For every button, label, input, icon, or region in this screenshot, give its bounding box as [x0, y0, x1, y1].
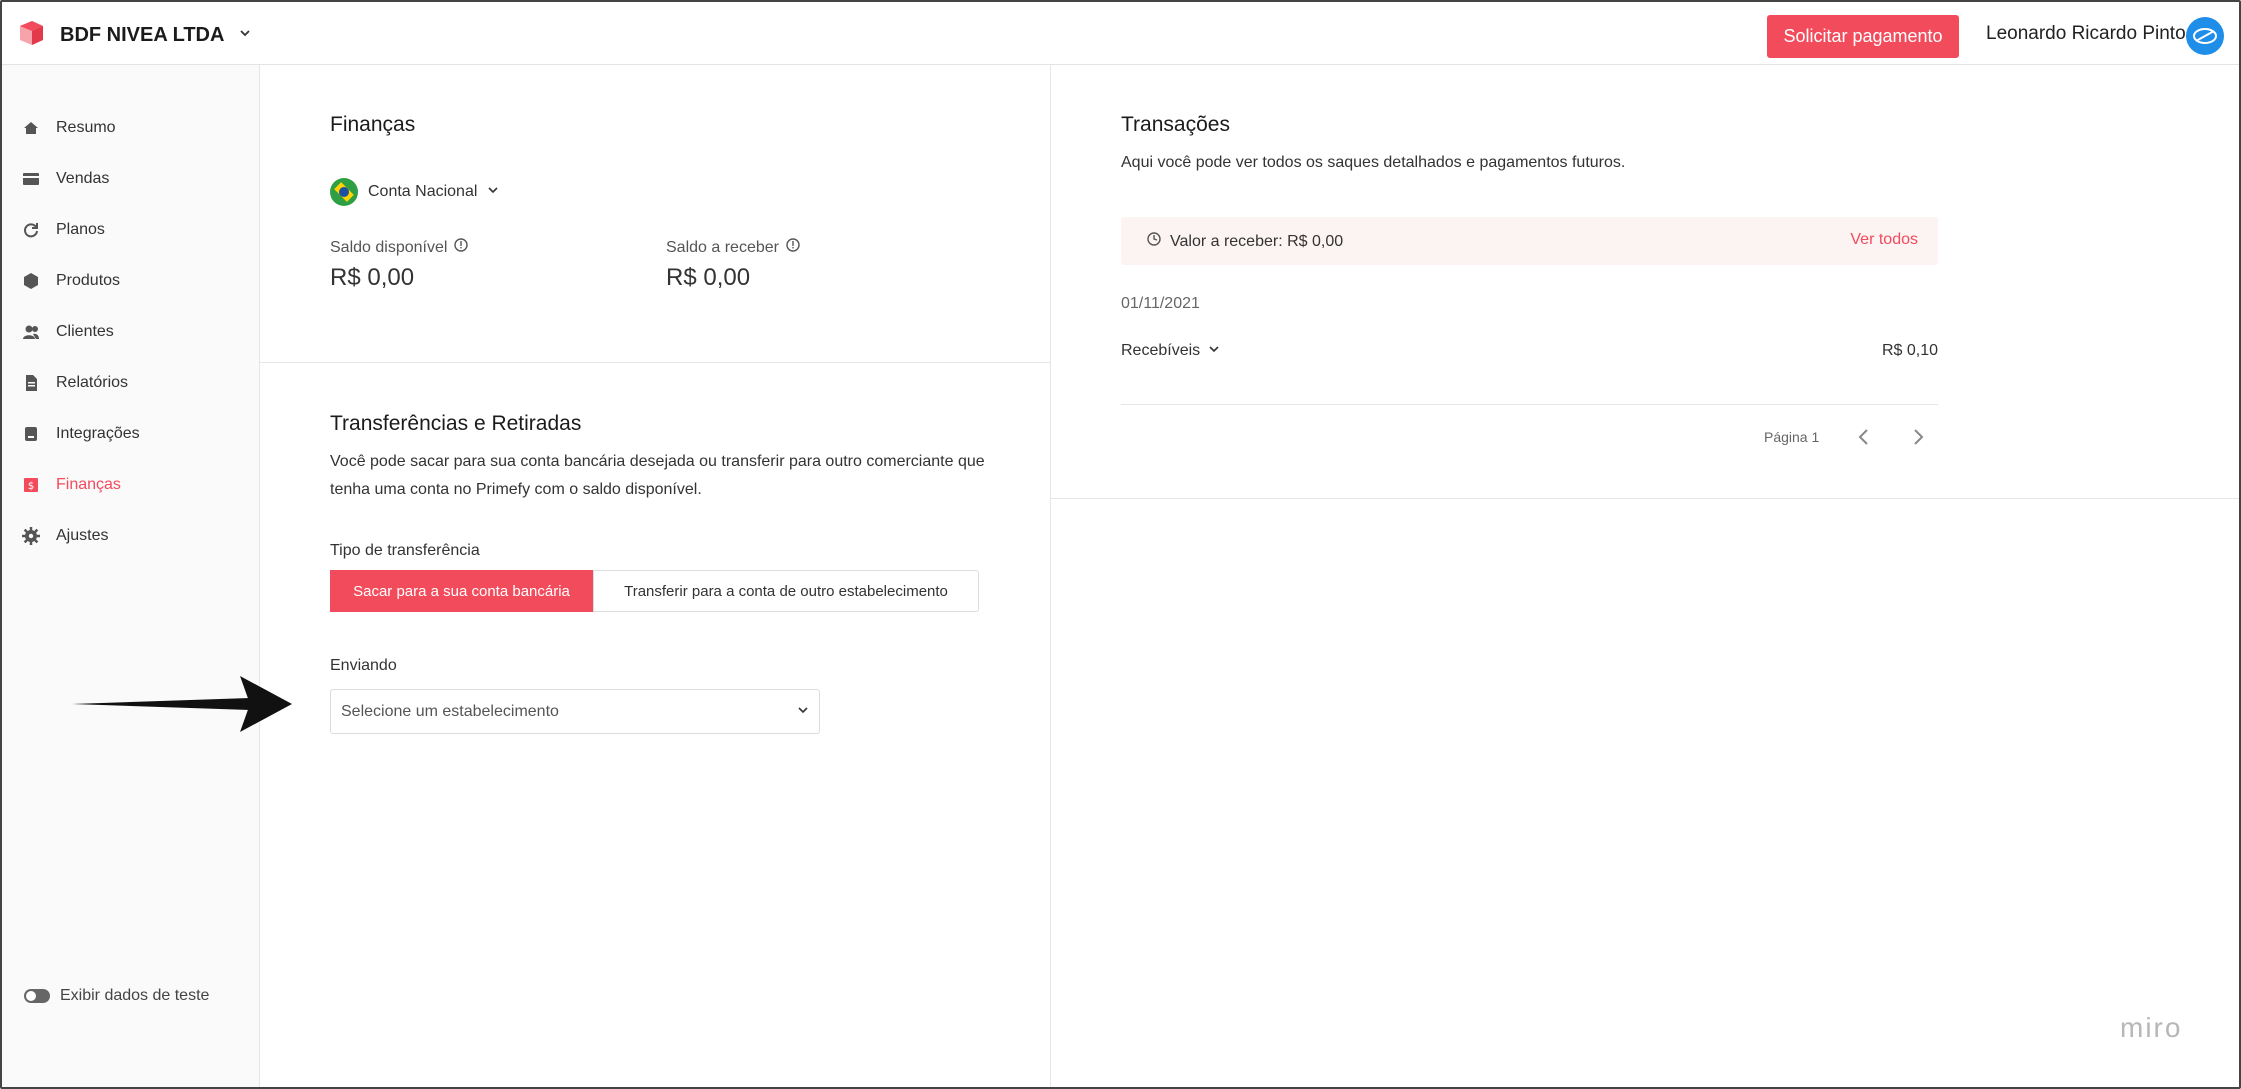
- receivable-balance-label: Saldo a receber: [666, 237, 801, 258]
- company-switcher[interactable]: BDF NIVEA LTDA: [16, 18, 252, 53]
- transfers-description-line: Você pode sacar para sua conta bancária …: [330, 453, 985, 470]
- transfer-to-merchant-option[interactable]: Transferir para a conta de outro estabel…: [593, 570, 979, 612]
- top-header: BDF NIVEA LTDA Solicitar pagamento Leona…: [2, 2, 2239, 65]
- receivable-balance-amount: R$ 0,00: [666, 264, 751, 291]
- available-balance-text: Saldo disponível: [330, 238, 448, 256]
- info-icon[interactable]: [785, 237, 801, 258]
- sidebar-item-planos[interactable]: Planos: [22, 221, 105, 239]
- refresh-icon: [22, 221, 40, 239]
- chevron-down-icon: [238, 26, 252, 45]
- pagination: Página 1: [1764, 428, 1927, 446]
- avatar[interactable]: [2186, 17, 2224, 55]
- app-window: BDF NIVEA LTDA Solicitar pagamento Leona…: [0, 0, 2241, 1089]
- transfers-description-line: tenha uma conta no Primefy com o saldo d…: [330, 481, 702, 498]
- transfers-title: Transferências e Retiradas: [330, 412, 582, 435]
- home-icon: [22, 119, 40, 137]
- sidebar-item-label: Vendas: [56, 170, 110, 187]
- document-icon: [22, 374, 40, 392]
- sidebar-item-resumo[interactable]: Resumo: [22, 119, 116, 137]
- list-divider: [1121, 404, 1938, 405]
- sidebar-item-relatorios[interactable]: Relatórios: [22, 374, 128, 392]
- view-all-link[interactable]: Ver todos: [1850, 231, 1918, 249]
- plug-icon: [22, 425, 40, 443]
- users-icon: [22, 323, 40, 341]
- chevron-right-icon[interactable]: [1909, 428, 1927, 446]
- sidebar: Resumo Vendas Planos Produtos Clientes R…: [2, 65, 260, 1087]
- merchant-select-placeholder: Selecione um estabelecimento: [341, 702, 559, 720]
- svg-text:$: $: [28, 481, 34, 492]
- merchant-select[interactable]: Selecione um estabelecimento: [330, 689, 820, 734]
- withdraw-to-bank-option[interactable]: Sacar para a sua conta bancária: [330, 570, 593, 612]
- receivables-amount: R$ 0,10: [1881, 342, 1938, 359]
- section-divider: [260, 362, 1050, 363]
- sidebar-item-produtos[interactable]: Produtos: [22, 272, 120, 290]
- sidebar-item-label: Finanças: [56, 476, 121, 493]
- sidebar-item-financas[interactable]: $ Finanças: [22, 476, 121, 494]
- account-name: Conta Nacional: [368, 183, 478, 200]
- transactions-title: Transações: [1121, 113, 1230, 136]
- transactions-column: Transações Aqui você pode ver todos os s…: [1051, 65, 2239, 1087]
- chevron-down-icon: [797, 703, 809, 721]
- company-name: BDF NIVEA LTDA: [60, 24, 225, 46]
- account-selector[interactable]: Conta Nacional: [330, 178, 499, 206]
- sidebar-item-label: Clientes: [56, 323, 114, 340]
- available-balance-label: Saldo disponível: [330, 237, 469, 258]
- chevron-left-icon[interactable]: [1855, 428, 1873, 446]
- sidebar-item-vendas[interactable]: Vendas: [22, 170, 109, 188]
- sidebar-item-label: Relatórios: [56, 374, 129, 391]
- finance-icon: $: [22, 476, 40, 494]
- annotation-arrow-icon: [72, 674, 292, 739]
- finance-column: Finanças Conta Nacional Saldo disponível…: [260, 65, 1051, 1087]
- sidebar-item-clientes[interactable]: Clientes: [22, 323, 114, 341]
- sidebar-item-label: Produtos: [56, 272, 121, 289]
- miro-watermark: miro: [2120, 1012, 2183, 1043]
- brazil-flag-icon: [330, 178, 358, 206]
- sidebar-item-label: Integrações: [56, 425, 140, 442]
- sending-label: Enviando: [330, 657, 397, 674]
- page-label: Página 1: [1764, 429, 1820, 445]
- transfer-type-segmented: Sacar para a sua conta bancária Transfer…: [330, 570, 979, 612]
- pending-amount-text: Valor a receber: R$ 0,00: [1170, 232, 1344, 250]
- box-icon: [22, 272, 40, 290]
- transaction-date: 01/11/2021: [1121, 295, 1200, 312]
- sidebar-item-ajustes[interactable]: Ajustes: [22, 527, 108, 545]
- info-icon[interactable]: [453, 237, 469, 258]
- receivable-balance-text: Saldo a receber: [666, 238, 779, 256]
- gear-icon: [22, 527, 40, 545]
- chevron-down-icon: [487, 183, 499, 201]
- test-data-label: Exibir dados de teste: [60, 987, 210, 1004]
- user-name[interactable]: Leonardo Ricardo Pinto: [1986, 23, 2186, 45]
- transfers-description: Você pode sacar para sua conta bancária …: [330, 448, 1020, 504]
- available-balance-amount: R$ 0,00: [330, 264, 415, 291]
- receivables-toggle[interactable]: Recebíveis: [1121, 342, 1220, 360]
- test-data-toggle[interactable]: [24, 989, 50, 1003]
- section-divider: [1051, 498, 2239, 499]
- card-icon: [22, 170, 40, 188]
- finance-title: Finanças: [330, 113, 416, 136]
- clock-icon: [1146, 231, 1162, 252]
- sidebar-item-label: Ajustes: [56, 527, 109, 544]
- transactions-subtitle: Aqui você pode ver todos os saques detal…: [1121, 154, 1626, 171]
- transfer-type-label: Tipo de transferência: [330, 542, 480, 559]
- brand-logo-icon: [16, 18, 46, 53]
- request-payment-button[interactable]: Solicitar pagamento: [1767, 15, 1959, 58]
- pending-amount: Valor a receber: R$ 0,00: [1146, 231, 1343, 252]
- sidebar-item-integracoes[interactable]: Integrações: [22, 425, 140, 443]
- receivables-label: Recebíveis: [1121, 342, 1201, 359]
- pending-amount-bar: Valor a receber: R$ 0,00 Ver todos: [1121, 217, 1938, 265]
- test-data-toggle-row: Exibir dados de teste: [24, 987, 209, 1005]
- sidebar-item-label: Resumo: [56, 119, 116, 136]
- sidebar-item-label: Planos: [56, 221, 105, 238]
- chevron-down-icon: [1208, 342, 1220, 360]
